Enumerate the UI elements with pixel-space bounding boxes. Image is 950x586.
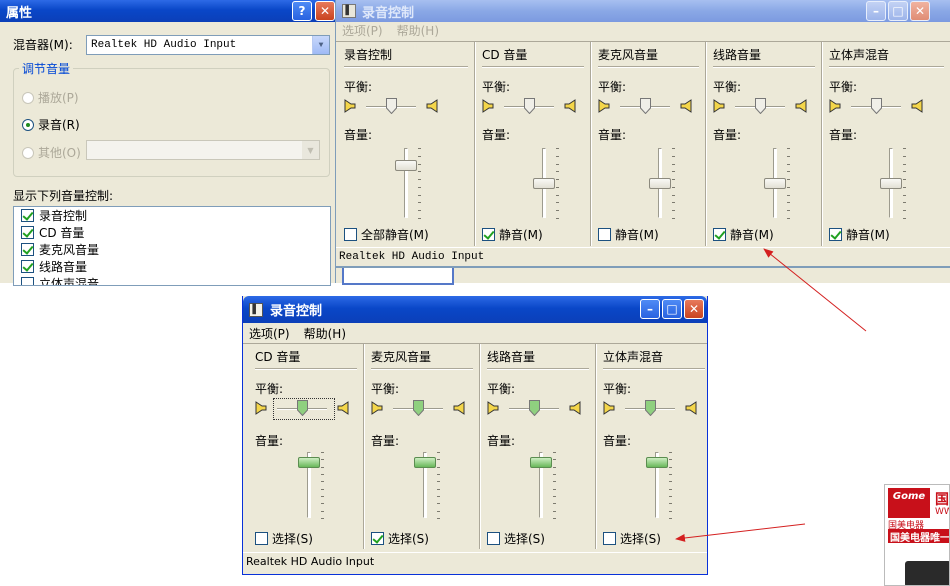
annotation-arrow-bottom: [675, 523, 806, 542]
ad-banner[interactable]: Gome 国美电器 国 WW 国美电器唯一: [884, 484, 950, 586]
ad-image: [905, 561, 949, 585]
gome-logo: Gome: [888, 488, 930, 518]
ad-tagline: 国美电器唯一: [888, 529, 949, 544]
annotation-arrows: [675, 248, 867, 542]
annotation-arrow-top: [763, 248, 867, 332]
ad-line1: 国: [935, 492, 949, 508]
ad-line2: WW: [935, 507, 949, 517]
